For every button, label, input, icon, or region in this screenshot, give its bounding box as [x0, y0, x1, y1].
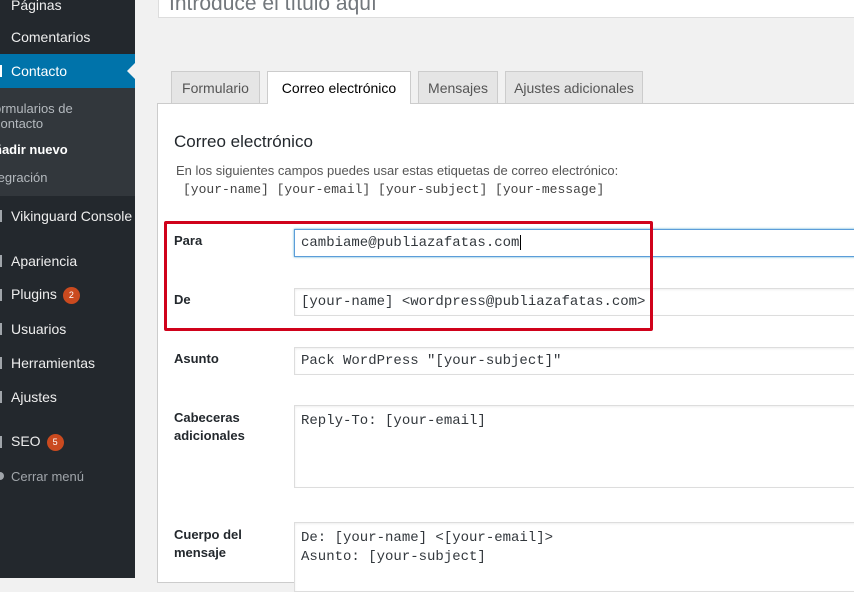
notification-count-badge: 5	[46, 433, 64, 451]
additional-headers-field[interactable]: Reply-To: [your-email]	[294, 405, 854, 488]
highlight-annotation-box	[164, 221, 653, 331]
menu-item-vikinguard[interactable]: Vikinguard Console	[0, 199, 135, 233]
brush-icon	[0, 255, 2, 267]
menu-label: Contacto	[11, 63, 68, 79]
menu-label: Comentarios	[11, 29, 91, 45]
settings-icon	[0, 391, 2, 403]
menu-item-seo[interactable]: SEO 5	[0, 425, 135, 459]
shield-icon	[0, 210, 2, 222]
submenu-item-add-new[interactable]: ñadir nuevo	[0, 142, 68, 157]
menu-label: Usuarios	[11, 321, 67, 337]
subject-label: Asunto	[174, 351, 219, 366]
tab-mail[interactable]: Correo electrónico	[267, 71, 411, 104]
menu-item-comments[interactable]: Comentarios	[0, 20, 135, 54]
menu-label: Ajustes	[11, 389, 57, 405]
menu-item-users[interactable]: Usuarios	[0, 312, 135, 346]
menu-item-settings[interactable]: Ajustes	[0, 380, 135, 414]
tab-additional-settings[interactable]: Ajustes adicionales	[505, 71, 643, 103]
panel-description: En los siguientes campos puedes usar est…	[176, 163, 619, 178]
collapse-menu-button[interactable]: Cerrar menú	[0, 459, 135, 493]
plug-icon	[0, 289, 2, 301]
collapse-arrow-icon	[0, 472, 4, 480]
message-body-label: Cuerpo del mensaje	[174, 527, 242, 560]
menu-label: Apariencia	[11, 253, 78, 269]
menu-item-plugins[interactable]: Plugins 2	[0, 278, 135, 312]
menu-label: Plugins	[11, 286, 57, 303]
menu-item-appearance[interactable]: Apariencia	[0, 244, 135, 278]
post-title-input[interactable]: Introduce el título aquí	[158, 0, 854, 18]
contact-submenu: ormularios de contacto ñadir nuevo tegra…	[0, 88, 135, 196]
submenu-item-contact-forms[interactable]: ormularios de contacto	[0, 101, 73, 131]
admin-sidebar: Páginas Comentarios Contacto ormularios …	[0, 0, 135, 578]
menu-label: SEO	[11, 433, 41, 450]
tab-messages[interactable]: Mensajes	[418, 71, 498, 103]
menu-label: Páginas	[11, 0, 62, 13]
menu-item-tools[interactable]: Herramientas	[0, 346, 135, 380]
menu-label: Vikinguard Console	[11, 208, 133, 224]
mail-icon	[0, 65, 2, 77]
menu-label: Herramientas	[11, 355, 96, 371]
message-body-field[interactable]: De: [your-name] <[your-email]> Asunto: […	[294, 522, 854, 592]
mail-tags: [your-name] [your-email] [your-subject] …	[183, 182, 605, 197]
panel-title: Correo electrónico	[174, 132, 313, 151]
additional-headers-label: Cabeceras adicionales	[174, 410, 245, 443]
tab-form[interactable]: Formulario	[171, 71, 260, 103]
seo-icon	[0, 436, 2, 448]
collapse-label: Cerrar menú	[11, 468, 84, 484]
wrench-icon	[0, 357, 2, 369]
update-count-badge: 2	[62, 286, 80, 304]
subject-field[interactable]: Pack WordPress "[your-subject]"	[294, 347, 854, 375]
menu-item-contact[interactable]: Contacto	[0, 54, 135, 88]
users-icon	[0, 323, 2, 335]
submenu-item-integration[interactable]: tegración	[0, 170, 47, 185]
menu-item-pages[interactable]: Páginas	[0, 0, 135, 22]
